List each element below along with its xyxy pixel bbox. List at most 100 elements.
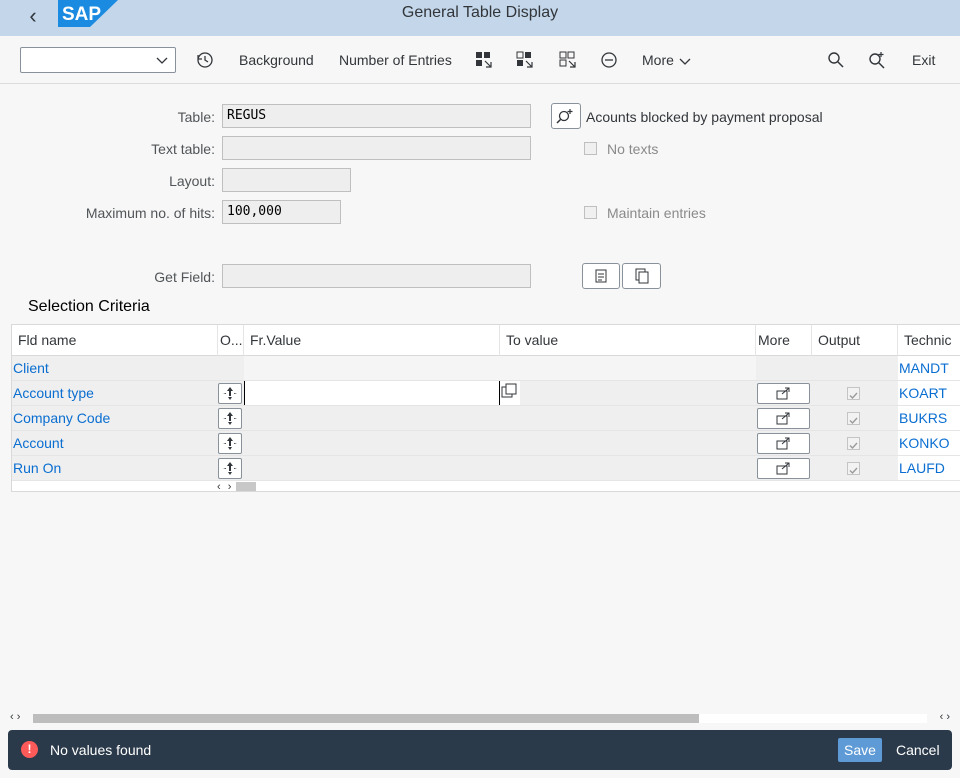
field-name-link[interactable]: Account — [12, 431, 218, 455]
column-header[interactable]: O... — [218, 325, 244, 356]
arrow-out-icon — [776, 437, 790, 450]
from-value-cell[interactable] — [244, 431, 500, 455]
save-button[interactable]: Save — [838, 738, 882, 762]
field-name-link[interactable]: Client — [12, 356, 218, 380]
number-of-entries-button[interactable]: Number of Entries — [339, 48, 452, 72]
selection-option-button[interactable] — [218, 383, 242, 404]
technical-name[interactable]: KOART — [899, 381, 960, 405]
from-value-input[interactable] — [244, 381, 500, 405]
output-checkbox[interactable] — [847, 412, 860, 425]
maintain-entries-checkbox[interactable] — [584, 206, 597, 219]
status-message[interactable]: No values found — [50, 742, 151, 758]
copy-icon — [635, 268, 649, 284]
layout-input[interactable] — [222, 168, 351, 192]
search-next-icon[interactable] — [866, 49, 888, 71]
output-checkbox[interactable] — [847, 387, 860, 400]
table-input[interactable]: REGUS — [222, 104, 531, 128]
column-header[interactable]: Output — [812, 325, 898, 356]
chevron-down-icon — [679, 58, 691, 66]
output-checkbox[interactable] — [847, 437, 860, 450]
scroll-right-icon[interactable]: › — [228, 481, 232, 491]
text-table-input[interactable] — [222, 136, 531, 160]
to-value-cell[interactable] — [500, 456, 756, 480]
search-help-button[interactable] — [551, 103, 581, 129]
column-header[interactable]: Fld name — [12, 325, 218, 356]
scroll-left-icon[interactable]: ‹ — [217, 481, 221, 491]
svg-text:SAP: SAP — [62, 4, 101, 25]
multiple-selection-button[interactable] — [757, 433, 810, 454]
multiple-selection-button[interactable] — [757, 458, 810, 479]
multiple-selection-button[interactable] — [757, 383, 810, 404]
background-button[interactable]: Background — [239, 48, 314, 72]
column-header[interactable]: Technic — [898, 325, 960, 356]
value-cell — [244, 356, 756, 380]
page-horizontal-scrollbar[interactable]: ‹ › ‹ › — [8, 711, 952, 725]
field-name-link[interactable]: Account type — [12, 381, 218, 405]
arrow-out-icon — [776, 462, 790, 475]
scroll-thumb[interactable] — [33, 714, 699, 723]
select-fields-icon[interactable] — [514, 49, 536, 71]
column-header[interactable]: To value — [500, 325, 756, 356]
get-field-button[interactable] — [582, 263, 620, 289]
table-label: Table: — [177, 109, 215, 125]
search-help-icon — [556, 109, 573, 124]
layout-label: Layout: — [169, 173, 215, 189]
table-row: Account type KOART — [12, 381, 960, 406]
all-fields-icon[interactable] — [557, 49, 579, 71]
from-value-cell[interactable] — [244, 406, 500, 430]
to-value-cell[interactable] — [500, 406, 756, 430]
exit-button[interactable]: Exit — [912, 48, 935, 72]
get-field-label: Get Field: — [154, 269, 215, 285]
check-icon — [849, 392, 858, 400]
value-help-icon[interactable] — [501, 383, 519, 401]
more-cell — [756, 356, 898, 380]
diamond-arrows-icon — [223, 462, 237, 475]
more-menu-button[interactable]: More — [642, 48, 692, 72]
column-header[interactable]: Fr.Value — [244, 325, 500, 356]
technical-name[interactable]: KONKO — [899, 431, 960, 455]
table-scroll-thumb[interactable] — [236, 482, 257, 491]
from-value-cell[interactable] — [244, 456, 500, 480]
to-value-cell — [520, 381, 756, 405]
transfer-field-button[interactable] — [622, 263, 661, 289]
selection-option-button[interactable] — [218, 458, 242, 479]
table-contents-icon[interactable] — [473, 49, 495, 71]
check-icon — [849, 442, 858, 450]
selection-table: Fld name O... Fr.Value To value More Out… — [11, 324, 960, 492]
search-icon[interactable] — [825, 49, 847, 71]
no-texts-checkbox[interactable] — [584, 142, 597, 155]
technical-name[interactable]: MANDT — [899, 356, 960, 380]
field-name-link[interactable]: Run On — [12, 456, 218, 480]
selection-criteria-title: Selection Criteria — [28, 298, 150, 315]
arrow-out-icon — [776, 412, 790, 425]
option-cell — [218, 356, 244, 380]
column-header[interactable]: More — [756, 325, 812, 356]
output-checkbox[interactable] — [847, 462, 860, 475]
history-icon[interactable] — [194, 49, 216, 71]
cancel-button[interactable]: Cancel — [896, 738, 940, 762]
max-hits-input[interactable]: 100,000 — [222, 200, 341, 224]
chevron-down-icon — [156, 57, 168, 64]
variant-combobox[interactable] — [20, 47, 176, 73]
back-icon[interactable]: ‹ — [20, 4, 46, 30]
title-bar: ‹ SAP General Table Display — [0, 0, 960, 36]
scroll-right-icon[interactable]: ‹ › — [940, 711, 950, 723]
to-value-cell[interactable] — [500, 431, 756, 455]
error-icon: ! — [21, 741, 38, 758]
technical-name[interactable]: BUKRS — [899, 406, 960, 430]
diamond-arrows-icon — [223, 412, 237, 425]
technical-name[interactable]: LAUFD — [899, 456, 960, 480]
selection-option-button[interactable] — [218, 433, 242, 454]
get-field-input[interactable] — [222, 264, 531, 288]
multiple-selection-button[interactable] — [757, 408, 810, 429]
document-arrow-icon — [595, 269, 607, 283]
table-row: Run On LAUFD — [12, 456, 960, 481]
table-horizontal-scroller[interactable]: ‹ › — [217, 481, 257, 491]
selection-option-button[interactable] — [218, 408, 242, 429]
scroll-left-icon[interactable]: ‹ › — [10, 711, 20, 723]
field-name-link[interactable]: Company Code — [12, 406, 218, 430]
check-icon — [849, 467, 858, 475]
page-title: General Table Display — [401, 4, 559, 21]
minus-circle-icon[interactable] — [598, 49, 620, 71]
table-row: Client MANDT — [12, 356, 960, 381]
